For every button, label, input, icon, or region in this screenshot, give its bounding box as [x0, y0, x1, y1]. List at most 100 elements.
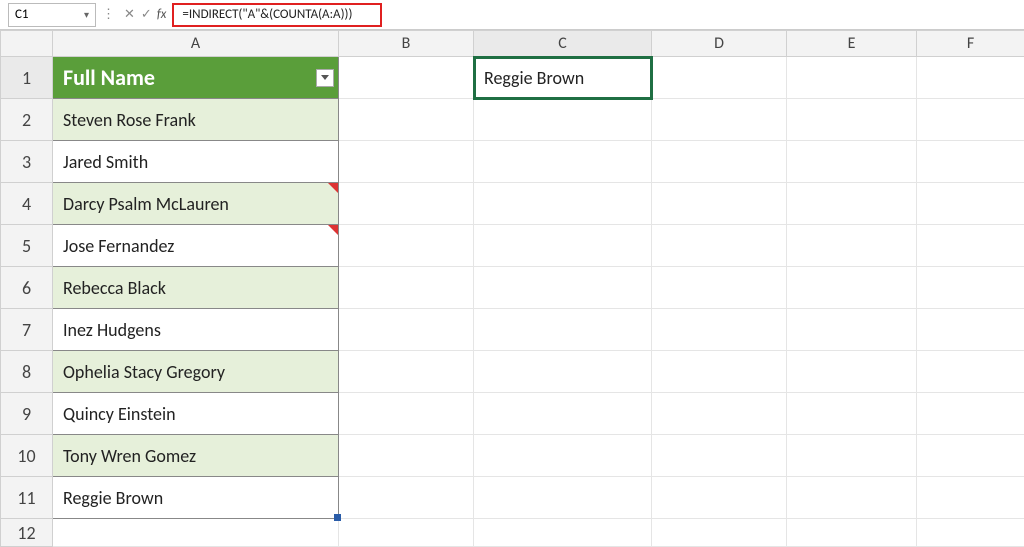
row-header-3[interactable]: 3 — [1, 141, 53, 183]
cell-C11[interactable] — [474, 477, 652, 519]
cell-D12[interactable] — [652, 519, 787, 547]
cell-E12[interactable] — [787, 519, 917, 547]
cell-B4[interactable] — [339, 183, 474, 225]
cell-F8[interactable] — [917, 351, 1024, 393]
row-header-7[interactable]: 7 — [1, 309, 53, 351]
cell-D7[interactable] — [652, 309, 787, 351]
cell-F7[interactable] — [917, 309, 1024, 351]
cell-C12[interactable] — [474, 519, 652, 547]
cell-B6[interactable] — [339, 267, 474, 309]
cell-D5[interactable] — [652, 225, 787, 267]
cell-E8[interactable] — [787, 351, 917, 393]
col-header-D[interactable]: D — [652, 31, 787, 57]
filter-dropdown-icon[interactable] — [316, 69, 334, 87]
cell-F10[interactable] — [917, 435, 1024, 477]
cell-D11[interactable] — [652, 477, 787, 519]
row-header-2[interactable]: 2 — [1, 99, 53, 141]
select-all-corner[interactable] — [1, 31, 53, 57]
cell-C3[interactable] — [474, 141, 652, 183]
cell-E6[interactable] — [787, 267, 917, 309]
cell-E1[interactable] — [787, 57, 917, 99]
cell-D9[interactable] — [652, 393, 787, 435]
cell-E9[interactable] — [787, 393, 917, 435]
col-header-E[interactable]: E — [787, 31, 917, 57]
col-header-C[interactable]: C — [474, 31, 652, 57]
col-header-F[interactable]: F — [917, 31, 1024, 57]
cell-D6[interactable] — [652, 267, 787, 309]
cell-E11[interactable] — [787, 477, 917, 519]
comment-indicator-icon[interactable] — [328, 225, 338, 235]
cell-E2[interactable] — [787, 99, 917, 141]
chevron-down-icon[interactable]: ▾ — [84, 8, 89, 21]
comment-indicator-icon[interactable] — [328, 183, 338, 193]
cell-A10[interactable]: Tony Wren Gomez — [53, 435, 339, 477]
cell-F11[interactable] — [917, 477, 1024, 519]
row-header-12[interactable]: 12 — [1, 519, 53, 547]
cell-E10[interactable] — [787, 435, 917, 477]
cell-C1[interactable]: Reggie Brown — [474, 57, 652, 99]
formula-input[interactable]: =INDIRECT("A"&(COUNTA(A:A))) — [172, 3, 382, 27]
cell-D3[interactable] — [652, 141, 787, 183]
row-header-10[interactable]: 10 — [1, 435, 53, 477]
cell-C7[interactable] — [474, 309, 652, 351]
cell-A6[interactable]: Rebecca Black — [53, 267, 339, 309]
cell-A8[interactable]: Ophelia Stacy Gregory — [53, 351, 339, 393]
cell-B11[interactable] — [339, 477, 474, 519]
cell-B10[interactable] — [339, 435, 474, 477]
row-header-8[interactable]: 8 — [1, 351, 53, 393]
cell-B8[interactable] — [339, 351, 474, 393]
name-box[interactable]: C1 ▾ — [8, 3, 96, 27]
row-header-4[interactable]: 4 — [1, 183, 53, 225]
cell-A7[interactable]: Inez Hudgens — [53, 309, 339, 351]
cell-C5[interactable] — [474, 225, 652, 267]
row-header-1[interactable]: 1 — [1, 57, 53, 99]
fx-icon[interactable]: fx — [157, 7, 167, 22]
row-header-9[interactable]: 9 — [1, 393, 53, 435]
cell-B3[interactable] — [339, 141, 474, 183]
cell-D8[interactable] — [652, 351, 787, 393]
cell-B12[interactable] — [339, 519, 474, 547]
cell-F9[interactable] — [917, 393, 1024, 435]
cell-B2[interactable] — [339, 99, 474, 141]
cell-E4[interactable] — [787, 183, 917, 225]
cell-B9[interactable] — [339, 393, 474, 435]
cell-A12[interactable] — [53, 519, 339, 547]
row-header-6[interactable]: 6 — [1, 267, 53, 309]
cell-A5[interactable]: Jose Fernandez — [53, 225, 339, 267]
cell-B5[interactable] — [339, 225, 474, 267]
cell-F1[interactable] — [917, 57, 1024, 99]
cell-C8[interactable] — [474, 351, 652, 393]
cell-F2[interactable] — [917, 99, 1024, 141]
cell-D4[interactable] — [652, 183, 787, 225]
cell-D1[interactable] — [652, 57, 787, 99]
cell-E3[interactable] — [787, 141, 917, 183]
cell-A4[interactable]: Darcy Psalm McLauren — [53, 183, 339, 225]
cell-F5[interactable] — [917, 225, 1024, 267]
spreadsheet-grid[interactable]: A B C D E F 1 Full Name Reggie Brown 2 S… — [0, 30, 1024, 547]
cell-F4[interactable] — [917, 183, 1024, 225]
cell-C2[interactable] — [474, 99, 652, 141]
col-header-A[interactable]: A — [53, 31, 339, 57]
cell-B1[interactable] — [339, 57, 474, 99]
cell-E7[interactable] — [787, 309, 917, 351]
cell-E5[interactable] — [787, 225, 917, 267]
cell-C4[interactable] — [474, 183, 652, 225]
cell-F12[interactable] — [917, 519, 1024, 547]
cell-A9[interactable]: Quincy Einstein — [53, 393, 339, 435]
cell-D2[interactable] — [652, 99, 787, 141]
cancel-icon[interactable]: ✕ — [124, 7, 135, 22]
cell-C10[interactable] — [474, 435, 652, 477]
cell-C9[interactable] — [474, 393, 652, 435]
cell-F3[interactable] — [917, 141, 1024, 183]
col-header-B[interactable]: B — [339, 31, 474, 57]
cell-A3[interactable]: Jared Smith — [53, 141, 339, 183]
cell-D10[interactable] — [652, 435, 787, 477]
cell-A11[interactable]: Reggie Brown — [53, 477, 339, 519]
cell-C6[interactable] — [474, 267, 652, 309]
row-header-5[interactable]: 5 — [1, 225, 53, 267]
cell-F6[interactable] — [917, 267, 1024, 309]
confirm-icon[interactable]: ✓ — [141, 7, 152, 22]
cell-A2[interactable]: Steven Rose Frank — [53, 99, 339, 141]
table-header-fullname[interactable]: Full Name — [53, 57, 339, 99]
row-header-11[interactable]: 11 — [1, 477, 53, 519]
